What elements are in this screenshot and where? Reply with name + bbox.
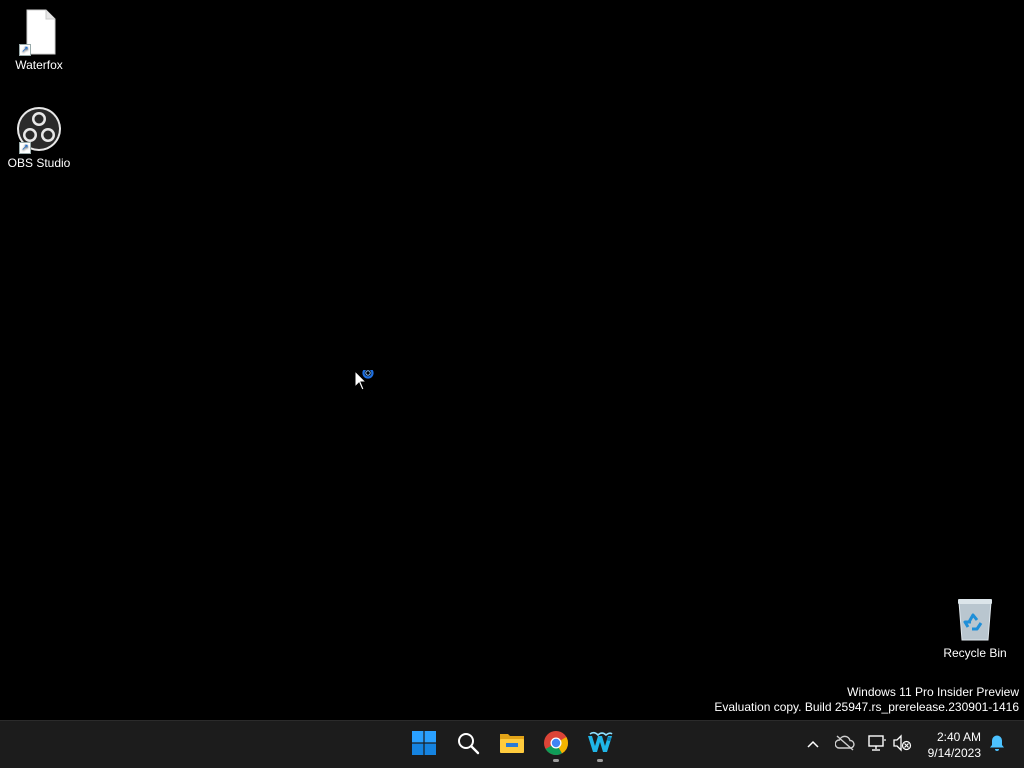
shortcut-arrow-icon: ↗ — [19, 44, 31, 56]
desktop-icon-label: Waterfox — [15, 58, 63, 72]
windows-start-icon — [412, 730, 436, 760]
clock-time: 2:40 AM — [936, 730, 981, 744]
show-hidden-icons-button[interactable] — [801, 733, 825, 757]
watermark-edition: Windows 11 Pro Insider Preview — [847, 685, 1019, 699]
shortcut-arrow-icon: ↗ — [19, 142, 31, 154]
running-indicator — [597, 759, 603, 762]
obs-studio-desktop-icon[interactable]: ↗ OBS Studio — [1, 106, 77, 170]
taskbar: 2:40 AM 9/14/2023 — [0, 720, 1024, 768]
waterfox-icon — [586, 730, 614, 761]
file-shortcut-icon: ↗ — [15, 8, 63, 56]
start-button[interactable] — [405, 727, 443, 763]
chrome-icon — [543, 730, 569, 761]
watermark-build: Evaluation copy. Build 25947.rs_prerelea… — [714, 700, 1019, 714]
notifications-button[interactable] — [985, 733, 1009, 757]
volume-muted-icon — [892, 733, 912, 757]
file-explorer-icon — [499, 731, 525, 760]
desktop-icon-label: OBS Studio — [7, 156, 71, 170]
waterfox-desktop-icon[interactable]: ↗ Waterfox — [1, 8, 77, 72]
onedrive-button[interactable] — [833, 733, 857, 757]
search-button[interactable] — [449, 727, 487, 763]
chevron-up-icon — [806, 736, 820, 754]
recycle-bin-icon — [951, 596, 999, 644]
network-button[interactable] — [865, 733, 889, 757]
clock[interactable]: 2:40 AM 9/14/2023 — [928, 729, 981, 761]
desktop-icon-label: Recycle Bin — [943, 646, 1007, 660]
search-icon — [456, 731, 480, 760]
onedrive-offline-icon — [834, 734, 855, 756]
waterfox-taskbar-button[interactable] — [581, 727, 619, 763]
obs-studio-icon: ↗ — [15, 106, 63, 154]
file-explorer-button[interactable] — [493, 727, 531, 763]
volume-button[interactable] — [890, 733, 914, 757]
busy-pointer-icon — [354, 367, 378, 392]
network-icon — [867, 734, 887, 757]
windows-watermark: Windows 11 Pro Insider Preview Evaluatio… — [714, 685, 1019, 715]
chrome-taskbar-button[interactable] — [537, 727, 575, 763]
recycle-bin-desktop-icon[interactable]: Recycle Bin — [937, 596, 1013, 660]
notification-bell-icon — [988, 734, 1006, 757]
clock-date: 9/14/2023 — [927, 746, 981, 760]
running-indicator — [553, 759, 559, 762]
desktop[interactable]: ↗ Waterfox ↗ OBS Studio Recycle Bin Wind… — [0, 0, 1024, 720]
